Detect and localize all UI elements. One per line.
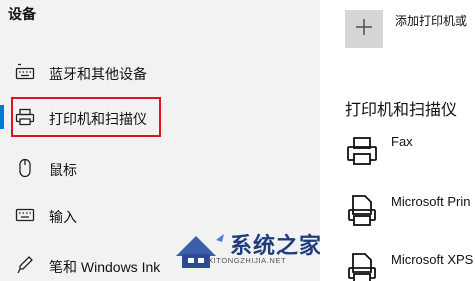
highlight-box — [11, 97, 161, 137]
printers-panel: 添加打印机或 打印机和扫描仪 Fax Microsoft Prin Micros… — [320, 0, 475, 281]
watermark: 系统之家 XITONGZHIJIA.NET — [172, 228, 321, 274]
device-name: Microsoft XPS — [391, 252, 474, 267]
add-printer-button[interactable] — [345, 10, 383, 48]
settings-sidebar: 设备 蓝牙和其他设备 打印机和扫描仪 鼠标 输入 笔和 Windows Ink … — [0, 0, 321, 281]
mouse-icon — [14, 158, 36, 178]
document-printer-icon — [345, 252, 379, 281]
watermark-subtext: XITONGZHIJIA.NET — [208, 256, 287, 265]
sidebar-item-label: 鼠标 — [49, 162, 77, 178]
document-printer-icon — [345, 194, 379, 228]
device-name: Microsoft Prin — [391, 194, 471, 209]
add-printer-label[interactable]: 添加打印机或 — [395, 12, 467, 29]
sidebar-item-bluetooth[interactable]: 蓝牙和其他设备 — [0, 55, 320, 89]
sidebar-item-label: 输入 — [49, 209, 77, 225]
sidebar-item-mouse[interactable]: 鼠标 — [0, 151, 320, 185]
plus-icon — [355, 18, 373, 41]
sidebar-item-typing[interactable]: 输入 — [0, 198, 320, 232]
device-name: Fax — [391, 134, 413, 149]
section-title: 打印机和扫描仪 — [345, 102, 458, 119]
sidebar-title: 设备 — [8, 6, 36, 22]
keyboard-icon — [14, 205, 36, 225]
sidebar-item-label: 蓝牙和其他设备 — [49, 66, 147, 82]
fax-printer-icon — [345, 134, 379, 168]
keyboard-bluetooth-icon — [14, 62, 36, 82]
selection-indicator — [0, 105, 4, 129]
sidebar-item-label: 笔和 Windows Ink — [49, 259, 161, 275]
pen-icon — [14, 255, 36, 275]
